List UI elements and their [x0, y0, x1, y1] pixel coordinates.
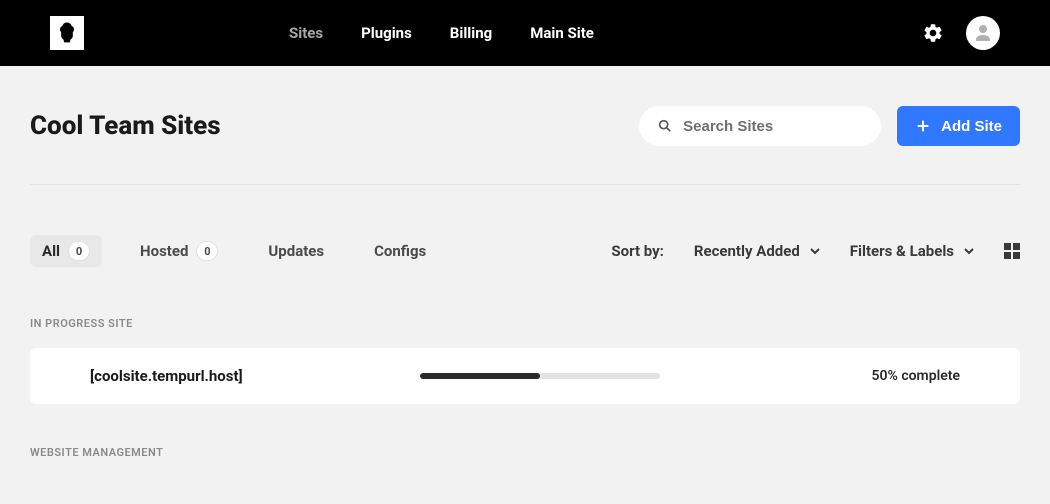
- topbar: Sites Plugins Billing Main Site: [0, 0, 1050, 66]
- filters-label: Filters & Labels: [850, 242, 954, 260]
- section-label-management: WEBSITE MANAGEMENT: [30, 446, 1020, 459]
- tab-updates[interactable]: Updates: [256, 236, 336, 266]
- logo[interactable]: [50, 16, 84, 50]
- progress-bar: [420, 373, 660, 379]
- sort-label: Sort by:: [611, 242, 664, 260]
- main-nav: Sites Plugins Billing Main Site: [289, 24, 594, 42]
- nav-plugins[interactable]: Plugins: [361, 24, 412, 42]
- tabs-row: All 0 Hosted 0 Updates Configs Sort by: …: [30, 235, 1020, 267]
- tab-all[interactable]: All 0: [30, 235, 102, 267]
- tab-hosted[interactable]: Hosted 0: [128, 235, 230, 267]
- tabs-right: Sort by: Recently Added Filters & Labels: [611, 242, 1020, 260]
- tab-label: Hosted: [140, 242, 188, 260]
- divider: [30, 184, 1020, 185]
- tab-badge: 0: [196, 241, 218, 261]
- topbar-right: [922, 16, 1000, 50]
- gear-icon[interactable]: [922, 22, 944, 44]
- progress-text: 50% complete: [872, 368, 960, 384]
- tab-label: All: [42, 242, 60, 260]
- add-site-label: Add Site: [941, 118, 1002, 135]
- site-card[interactable]: [coolsite.tempurl.host] 50% complete: [30, 348, 1020, 404]
- page-title: Cool Team Sites: [30, 111, 221, 141]
- header-actions: Add Site: [639, 106, 1020, 146]
- tab-badge: 0: [68, 241, 90, 261]
- avatar[interactable]: [966, 16, 1000, 50]
- nav-billing[interactable]: Billing: [450, 24, 492, 42]
- progress-wrap: [420, 373, 872, 379]
- nav-sites[interactable]: Sites: [289, 24, 323, 42]
- sort-value: Recently Added: [694, 242, 800, 260]
- progress-fill: [420, 373, 540, 379]
- header-row: Cool Team Sites Add Site: [30, 106, 1020, 146]
- search-icon: [657, 118, 673, 134]
- chevron-down-icon: [810, 246, 820, 256]
- search-input[interactable]: [683, 118, 863, 135]
- grid-view-icon[interactable]: [1004, 243, 1020, 259]
- content: Cool Team Sites Add Site All 0 Hosted 0: [0, 66, 1050, 459]
- plus-icon: [915, 118, 931, 134]
- tab-configs[interactable]: Configs: [362, 236, 438, 266]
- tab-label: Configs: [374, 242, 426, 260]
- search-box[interactable]: [639, 106, 881, 146]
- nav-main-site[interactable]: Main Site: [530, 24, 594, 42]
- tabs: All 0 Hosted 0 Updates Configs: [30, 235, 438, 267]
- filters-dropdown[interactable]: Filters & Labels: [850, 242, 974, 260]
- chevron-down-icon: [964, 246, 974, 256]
- sort-dropdown[interactable]: Recently Added: [694, 242, 820, 260]
- section-label-in-progress: IN PROGRESS SITE: [30, 317, 1020, 330]
- site-name: [coolsite.tempurl.host]: [90, 367, 420, 385]
- tab-label: Updates: [268, 242, 324, 260]
- add-site-button[interactable]: Add Site: [897, 106, 1020, 146]
